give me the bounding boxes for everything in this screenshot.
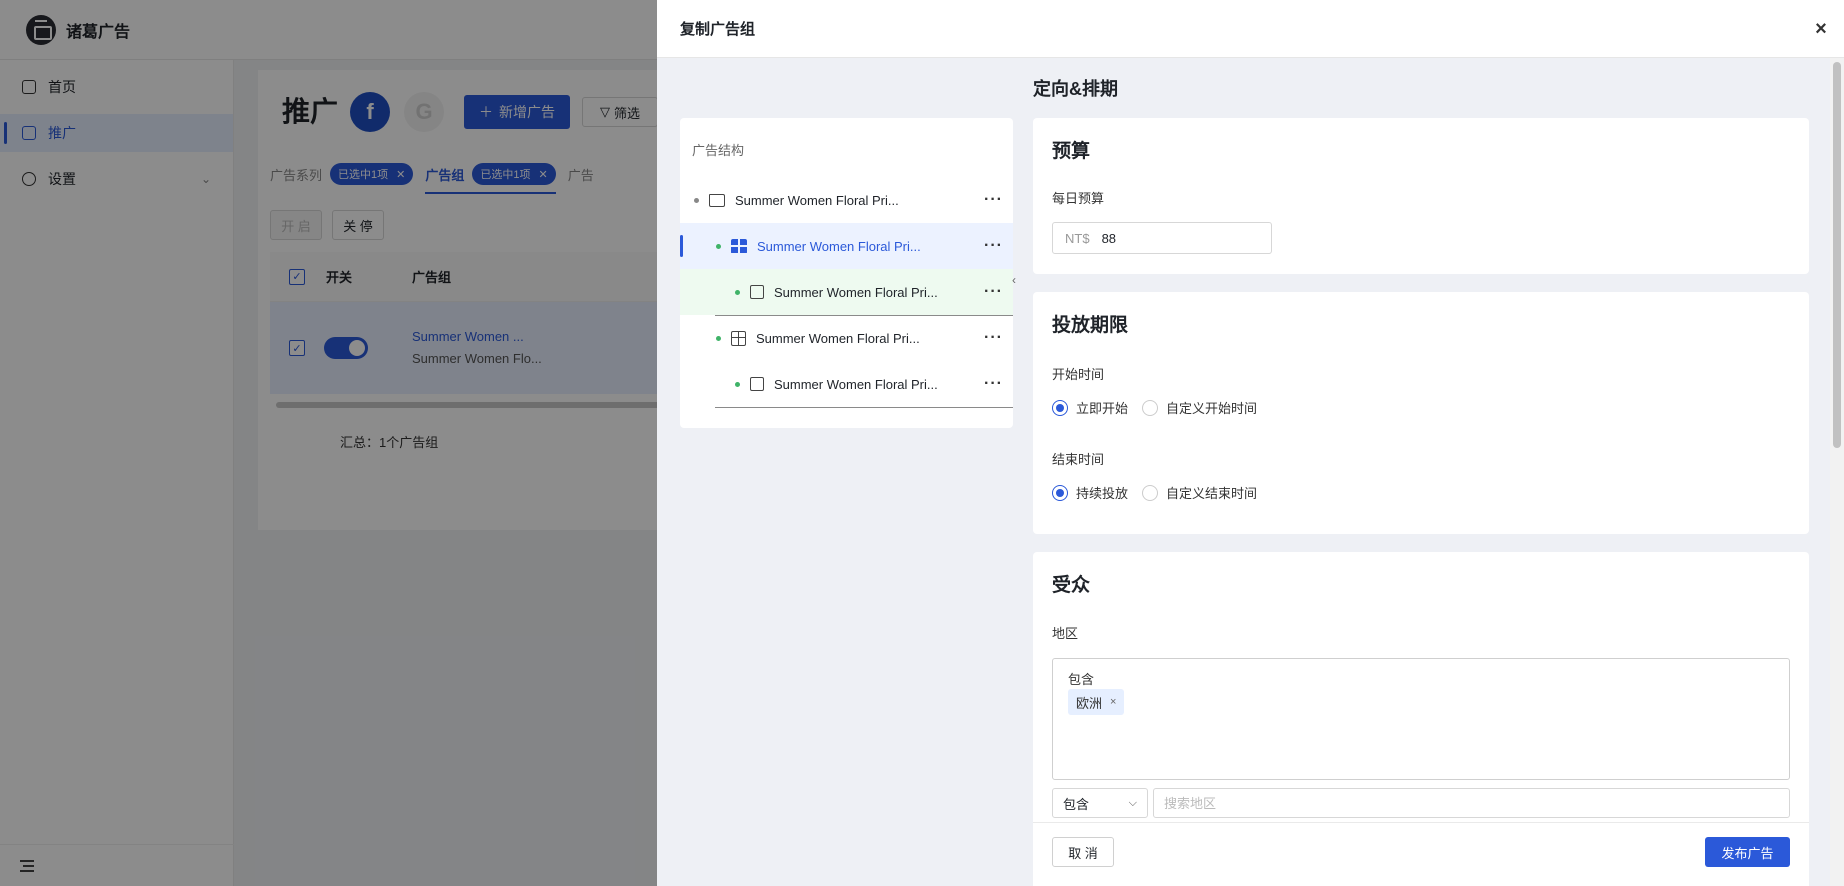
- radio-label: 立即开始: [1076, 401, 1129, 416]
- schedule-title: 投放期限: [1052, 315, 1129, 336]
- daily-budget-label: 每日预算: [1052, 191, 1105, 206]
- daily-budget-input[interactable]: NT$ 88: [1052, 222, 1272, 254]
- modal-overlay[interactable]: [0, 0, 657, 886]
- radio-custom-start[interactable]: [1142, 399, 1159, 416]
- section-title: 定向&排期: [1033, 79, 1118, 99]
- more-icon[interactable]: ···: [984, 191, 1003, 209]
- budget-card: 预算 每日预算 NT$ 88: [1033, 118, 1809, 274]
- tree-title: 广告结构: [692, 143, 745, 158]
- bullet-dot: [716, 243, 721, 249]
- ad-card-icon: [750, 377, 764, 391]
- radio-label: 持续投放: [1076, 486, 1129, 501]
- tree-node-campaign[interactable]: Summer Women Floral Pri... ···: [680, 177, 1013, 223]
- drawer-title: 复制广告组: [680, 21, 756, 38]
- include-select[interactable]: 包含 ⌵: [1052, 788, 1148, 818]
- remove-tag-icon[interactable]: ×: [1110, 696, 1116, 708]
- drawer-scrollbar[interactable]: [1830, 58, 1844, 886]
- end-time-options: 持续投放 自定义结束时间: [1052, 483, 1257, 502]
- radio-start-now[interactable]: [1052, 399, 1068, 416]
- bullet-dot: [735, 289, 740, 295]
- schedule-card: 投放期限 开始时间 立即开始 自定义开始时间 结束时间 持续投放 自定义结束时间: [1033, 292, 1809, 534]
- radio-custom-end[interactable]: [1142, 484, 1159, 501]
- bullet-dot: [716, 335, 721, 341]
- start-time-label: 开始时间: [1052, 367, 1105, 382]
- more-icon[interactable]: ···: [984, 375, 1003, 393]
- tree-node-ad[interactable]: Summer Women Floral Pri... ···: [680, 269, 1013, 315]
- radio-continuous[interactable]: [1052, 484, 1068, 501]
- close-icon[interactable]: ×: [1810, 18, 1832, 40]
- audience-title: 受众: [1052, 575, 1091, 596]
- tree-node-label: Summer Women Floral Pri...: [757, 238, 921, 254]
- radio-label: 自定义结束时间: [1166, 486, 1258, 501]
- drawer-header: 复制广告组 ×: [657, 0, 1844, 58]
- chevron-down-icon: ⌵: [1128, 796, 1137, 809]
- drawer-footer: 取 消 发布广告: [1033, 822, 1809, 886]
- tree-node-label: Summer Women Floral Pri...: [774, 376, 938, 392]
- bullet-dot: [694, 197, 699, 203]
- tree-node-adset-selected[interactable]: Summer Women Floral Pri... ···: [680, 223, 1013, 269]
- tag-label: 欧洲: [1076, 695, 1103, 711]
- tree-node-label: Summer Women Floral Pri...: [756, 330, 920, 346]
- more-icon[interactable]: ···: [984, 329, 1003, 347]
- budget-value: 88: [1101, 230, 1117, 246]
- start-time-options: 立即开始 自定义开始时间: [1052, 398, 1257, 417]
- budget-title: 预算: [1052, 141, 1091, 162]
- region-tag: 欧洲 ×: [1068, 689, 1125, 715]
- ad-structure-tree: 广告结构 Summer Women Floral Pri... ··· Summ…: [680, 118, 1013, 428]
- bullet-dot: [735, 381, 740, 387]
- folder-icon: [709, 193, 725, 207]
- tree-node-label: Summer Women Floral Pri...: [774, 284, 938, 300]
- publish-button[interactable]: 发布广告: [1705, 837, 1790, 867]
- region-search-input[interactable]: [1153, 788, 1790, 818]
- more-icon[interactable]: ···: [984, 237, 1003, 255]
- include-label: 包含: [1068, 672, 1095, 687]
- scrollbar-thumb[interactable]: [1833, 62, 1841, 448]
- chevron-left-icon[interactable]: ‹: [1012, 270, 1024, 290]
- more-icon[interactable]: ···: [984, 283, 1003, 301]
- tree-node-label: Summer Women Floral Pri...: [735, 192, 899, 208]
- tree-node-ad[interactable]: Summer Women Floral Pri... ···: [680, 361, 1013, 407]
- copy-adset-drawer: 复制广告组 × 广告结构 Summer Women Floral Pri... …: [657, 0, 1844, 886]
- end-time-label: 结束时间: [1052, 452, 1105, 467]
- region-selection-box[interactable]: 包含 欧洲 ×: [1052, 658, 1790, 780]
- select-value: 包含: [1063, 796, 1090, 812]
- currency-prefix: NT$: [1065, 230, 1090, 246]
- ad-card-icon: [750, 285, 764, 299]
- cancel-button[interactable]: 取 消: [1052, 837, 1114, 867]
- radio-label: 自定义开始时间: [1166, 401, 1258, 416]
- adset-grid-icon: [731, 238, 747, 254]
- tree-divider: [715, 407, 1013, 408]
- adset-grid-icon: [731, 330, 746, 346]
- tree-node-adset[interactable]: Summer Women Floral Pri... ···: [680, 315, 1013, 361]
- region-label: 地区: [1052, 626, 1079, 641]
